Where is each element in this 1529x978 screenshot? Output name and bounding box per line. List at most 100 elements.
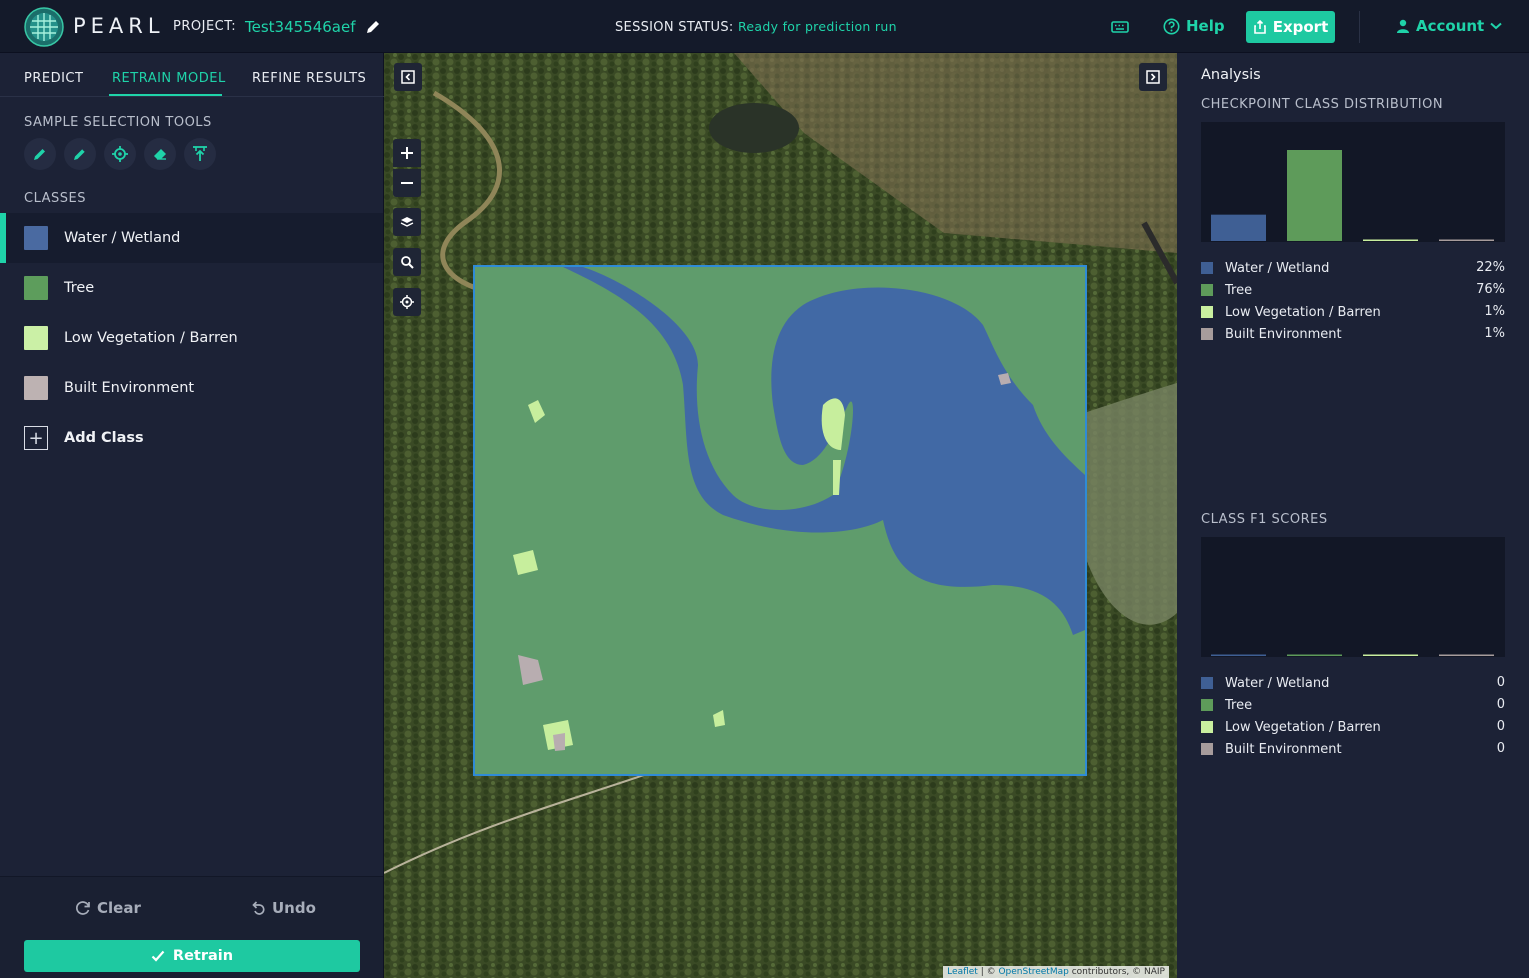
search-icon xyxy=(401,256,414,269)
search-location-button[interactable] xyxy=(393,248,421,276)
undo-button[interactable]: Undo xyxy=(250,899,316,917)
pearl-logo-icon[interactable] xyxy=(24,7,64,47)
legend-label: Built Environment xyxy=(1225,326,1342,342)
class-item-tree[interactable]: Tree xyxy=(0,263,383,313)
legend-value: 1% xyxy=(1484,326,1505,341)
legend-swatch xyxy=(1201,721,1213,733)
legend-row: Low Vegetation / Barren 0 xyxy=(1201,718,1505,736)
legend-label: Low Vegetation / Barren xyxy=(1225,304,1381,320)
chart-bar-tree xyxy=(1287,150,1342,241)
project-label: PROJECT: xyxy=(173,19,237,34)
polygon-pencil-icon xyxy=(34,149,45,160)
legend-swatch xyxy=(1201,328,1213,340)
help-button[interactable]: Help xyxy=(1163,17,1225,35)
map-attribution: Leaflet | © OpenStreetMap contributors, … xyxy=(943,966,1169,978)
add-class-button[interactable]: + Add Class xyxy=(0,413,383,463)
clear-button[interactable]: Clear xyxy=(75,899,141,917)
map-view[interactable]: Leaflet | © OpenStreetMap contributors, … xyxy=(384,53,1177,978)
legend-label: Tree xyxy=(1225,282,1253,298)
eraser-icon xyxy=(154,149,166,160)
attribution-separator: | © xyxy=(977,967,999,977)
legend-label: Water / Wetland xyxy=(1225,675,1330,691)
legend-value: 0 xyxy=(1496,675,1505,690)
mode-tabs: PREDICT RETRAIN MODEL REFINE RESULTS xyxy=(0,53,384,97)
leaflet-link[interactable]: Leaflet xyxy=(947,967,978,977)
legend-value: 22% xyxy=(1476,260,1505,275)
account-label: Account xyxy=(1416,17,1485,35)
legend-swatch xyxy=(1201,743,1213,755)
point-tool-button[interactable] xyxy=(104,138,136,170)
class-swatch xyxy=(24,226,48,250)
session-status-value: Ready for prediction run xyxy=(738,19,897,34)
help-label: Help xyxy=(1186,17,1225,35)
distribution-title: CHECKPOINT CLASS DISTRIBUTION xyxy=(1201,97,1444,112)
class-item-water-wetland[interactable]: Water / Wetland xyxy=(0,213,383,263)
undo-icon xyxy=(252,901,265,915)
f1-chart xyxy=(1201,537,1505,657)
chevron-down-icon xyxy=(1490,22,1502,30)
retrain-label: Retrain xyxy=(172,948,234,964)
zoom-out-button[interactable] xyxy=(393,169,421,197)
session-status: SESSION STATUS: Ready for prediction run xyxy=(615,19,897,35)
class-item-built-environment[interactable]: Built Environment xyxy=(0,363,383,413)
freehand-pencil-icon xyxy=(74,148,86,160)
analysis-title: Analysis xyxy=(1201,67,1261,83)
class-item-low-vegetation[interactable]: Low Vegetation / Barren xyxy=(0,313,383,363)
legend-row: Tree 76% xyxy=(1201,281,1505,299)
project-name[interactable]: Test345546aef xyxy=(245,18,356,36)
tab-retrain-model[interactable]: RETRAIN MODEL xyxy=(112,71,226,86)
plus-icon: + xyxy=(24,426,48,450)
legend-value: 76% xyxy=(1476,282,1505,297)
chart-bar-water-wetland xyxy=(1211,654,1266,656)
export-button[interactable]: Export xyxy=(1246,11,1335,43)
legend-value: 0 xyxy=(1496,741,1505,756)
chart-bar-water-wetland xyxy=(1211,214,1266,241)
attribution-text: contributors, © NAIP xyxy=(1068,967,1165,977)
class-label: Built Environment xyxy=(64,380,195,396)
tab-predict[interactable]: PREDICT xyxy=(24,71,83,86)
minus-icon xyxy=(401,182,413,184)
legend-swatch xyxy=(1201,699,1213,711)
help-icon xyxy=(1163,18,1180,34)
collapse-right-icon xyxy=(1146,70,1160,84)
freehand-pencil-tool-button[interactable] xyxy=(64,138,96,170)
legend-value: 0 xyxy=(1496,697,1505,712)
collapse-right-panel-button[interactable] xyxy=(1139,63,1167,91)
edit-project-pencil-icon[interactable] xyxy=(365,19,381,35)
locate-button[interactable] xyxy=(393,288,421,316)
legend-row: Built Environment 1% xyxy=(1201,325,1505,343)
active-tab-indicator xyxy=(109,94,222,96)
osm-link[interactable]: OpenStreetMap xyxy=(998,967,1068,977)
legend-label: Low Vegetation / Barren xyxy=(1225,719,1381,735)
f1-chart-svg xyxy=(1211,654,1494,656)
class-swatch xyxy=(24,276,48,300)
retrain-button[interactable]: Retrain xyxy=(24,940,360,972)
chart-bar-low-vegetation-barren xyxy=(1363,654,1418,656)
legend-label: Tree xyxy=(1225,697,1253,713)
eraser-tool-button[interactable] xyxy=(144,138,176,170)
analysis-panel: Analysis CHECKPOINT CLASS DISTRIBUTION W… xyxy=(1177,53,1529,978)
layers-button[interactable] xyxy=(393,208,421,236)
active-class-indicator xyxy=(0,213,6,263)
zoom-in-button[interactable] xyxy=(393,139,421,167)
prediction-overlay xyxy=(473,265,1087,776)
legend-label: Built Environment xyxy=(1225,741,1342,757)
clear-label: Clear xyxy=(97,899,141,917)
sample-tools-title: SAMPLE SELECTION TOOLS xyxy=(24,115,212,130)
chart-bar-tree xyxy=(1287,654,1342,656)
distribution-chart-svg xyxy=(1211,150,1494,241)
left-panel: PREDICT RETRAIN MODEL REFINE RESULTS SAM… xyxy=(0,53,384,978)
tab-refine-results[interactable]: REFINE RESULTS xyxy=(252,71,366,86)
check-icon xyxy=(151,950,165,962)
chart-bar-low-vegetation-barren xyxy=(1363,239,1418,241)
collapse-left-panel-button[interactable] xyxy=(394,63,422,91)
keyboard-icon[interactable] xyxy=(1111,19,1129,35)
add-class-label: Add Class xyxy=(64,430,144,446)
point-target-icon xyxy=(112,146,128,162)
upload-icon xyxy=(193,146,207,161)
upload-tool-button[interactable] xyxy=(184,138,216,170)
polygon-pencil-tool-button[interactable] xyxy=(24,138,56,170)
legend-value: 0 xyxy=(1496,719,1505,734)
legend-swatch xyxy=(1201,677,1213,689)
account-menu-button[interactable]: Account xyxy=(1396,17,1502,35)
